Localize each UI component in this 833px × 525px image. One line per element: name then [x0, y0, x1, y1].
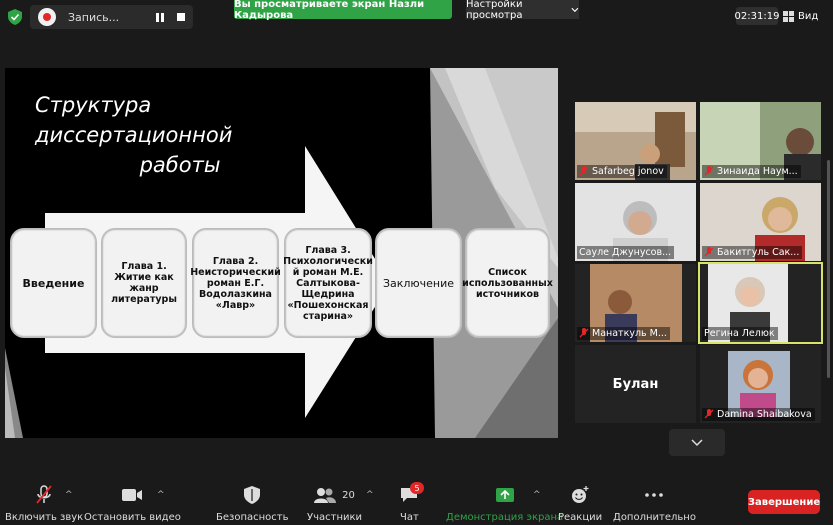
unmute-label: Включить звук	[5, 512, 84, 523]
recording-label: Запись...	[68, 10, 120, 24]
smiley-icon	[572, 486, 589, 503]
slide-box-conclusion: Заключение	[375, 228, 462, 338]
slide-title-line1: Структура диссертационной	[35, 93, 233, 147]
slide-box-chapter2: Глава 2. Неисторический роман Е.Г. Водол…	[190, 228, 281, 338]
share-screen-icon	[495, 488, 514, 502]
participant-tile[interactable]: Бакитгуль Сак...	[700, 183, 821, 261]
muted-mic-icon	[579, 166, 589, 176]
more-dots-icon	[645, 493, 664, 497]
view-layout-button[interactable]: Вид	[783, 6, 818, 26]
people-icon	[314, 488, 337, 503]
view-settings-button[interactable]: Настройки просмотра	[466, 0, 579, 21]
participants-count: 20	[342, 489, 355, 501]
participant-tile[interactable]: Зинаида Наум...	[700, 102, 821, 180]
chat-unread-badge: 5	[410, 482, 424, 494]
stop-recording-button[interactable]	[172, 8, 190, 26]
reactions-button[interactable]: Реакции	[558, 484, 602, 523]
shield-icon	[244, 486, 261, 504]
participant-name: Damina Shaibakova	[702, 408, 815, 421]
stop-video-label: Остановить видео	[84, 512, 181, 523]
audio-options-caret[interactable]: ^	[65, 490, 73, 500]
slide-box-chapter1: Глава 1. Житие как жанр литературы	[101, 228, 187, 338]
participant-tile[interactable]: Булан	[575, 345, 696, 423]
participant-tile[interactable]: Сауле Джунусов...	[575, 183, 696, 261]
gallery-scroll-down-button[interactable]	[669, 429, 725, 456]
video-camera-icon	[122, 489, 143, 501]
end-meeting-button[interactable]: Завершение	[748, 490, 820, 514]
chat-label: Чат	[400, 512, 419, 523]
participant-name: Сауле Джунусов...	[577, 246, 675, 259]
record-icon	[38, 8, 56, 26]
slide-box-chapter3: Глава 3. Психологически й роман М.Е. Сал…	[283, 228, 373, 338]
reactions-label: Реакции	[558, 512, 603, 523]
participant-tile[interactable]: Манаткуль М...	[575, 264, 696, 342]
muted-mic-icon	[704, 247, 714, 257]
security-label: Безопасность	[216, 512, 289, 523]
slide-title-line2: работы	[139, 153, 221, 177]
participant-name: Регина Лелюк	[702, 327, 778, 340]
chevron-down-icon	[691, 438, 703, 446]
view-settings-label: Настройки просмотра	[466, 0, 523, 21]
more-label: Дополнительно	[613, 512, 696, 523]
slide-box-intro: Введение	[10, 228, 97, 338]
participant-name: Зинаида Наум...	[702, 165, 801, 178]
participant-name: Бакитгуль Сак...	[702, 246, 803, 259]
participants-label: Участники	[307, 512, 363, 523]
meeting-timer: 02:31:19	[735, 7, 779, 25]
muted-mic-icon	[704, 409, 714, 419]
share-screen-button[interactable]: Демонстрация экрана	[446, 484, 563, 523]
participant-name: Манаткуль М...	[577, 327, 670, 340]
muted-mic-icon	[36, 485, 52, 504]
muted-mic-icon	[704, 166, 714, 176]
participant-tile[interactable]: Safarbeg jonov	[575, 102, 696, 180]
participant-name-large: Булан	[612, 376, 659, 392]
shared-screen-slide: Структура диссертационной работы Введени…	[5, 68, 558, 438]
muted-mic-icon	[579, 328, 589, 338]
slide-box-references: Список использованных источников	[462, 228, 553, 338]
share-screen-label: Демонстрация экрана	[446, 512, 564, 523]
recording-indicator: Запись...	[30, 5, 193, 29]
participants-button[interactable]: 20 Участники	[307, 484, 362, 523]
participant-name: Safarbeg jonov	[577, 165, 667, 178]
view-label: Вид	[798, 10, 819, 22]
chevron-down-icon	[571, 7, 579, 12]
pause-recording-button[interactable]	[151, 8, 169, 26]
participant-tile-active-speaker[interactable]: Регина Лелюк	[698, 262, 823, 344]
shield-check-icon[interactable]	[8, 9, 22, 25]
stop-icon	[177, 13, 185, 21]
screen-share-banner: Вы просматриваете экран Назли Кадырова	[234, 0, 452, 21]
grid-view-icon	[783, 10, 794, 22]
stop-video-button[interactable]: Остановить видео	[84, 484, 181, 523]
security-button[interactable]: Безопасность	[216, 484, 289, 523]
participants-options-caret[interactable]: ^	[366, 490, 374, 500]
pause-icon	[156, 12, 164, 22]
video-options-caret[interactable]: ^	[157, 490, 165, 500]
more-button[interactable]: Дополнительно	[613, 484, 696, 523]
zoom-window: Запись... Вы просматриваете экран Назли …	[0, 0, 833, 525]
gallery-scrollbar[interactable]	[827, 160, 830, 378]
participant-tile[interactable]: Damina Shaibakova	[700, 345, 821, 423]
share-options-caret[interactable]: ^	[533, 490, 541, 500]
slide-title: Структура диссертационной работы	[35, 90, 335, 180]
